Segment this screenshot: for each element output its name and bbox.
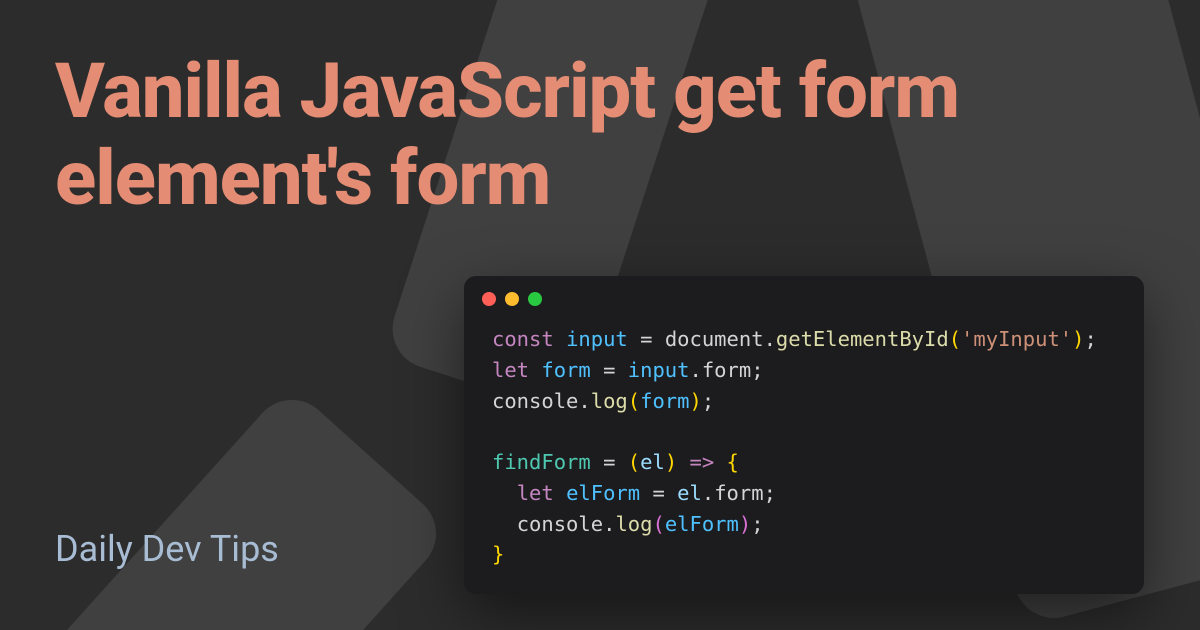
close-icon: [482, 292, 496, 306]
code-block: const input = document.getElementById('m…: [464, 316, 1144, 594]
content-wrapper: Vanilla JavaScript get form element's fo…: [0, 0, 1200, 630]
maximize-icon: [528, 292, 542, 306]
code-window: const input = document.getElementById('m…: [464, 276, 1144, 594]
minimize-icon: [505, 292, 519, 306]
window-controls: [464, 276, 1144, 316]
page-title: Vanilla JavaScript get form element's fo…: [55, 48, 1055, 223]
brand-text: Daily Dev Tips: [55, 528, 279, 570]
